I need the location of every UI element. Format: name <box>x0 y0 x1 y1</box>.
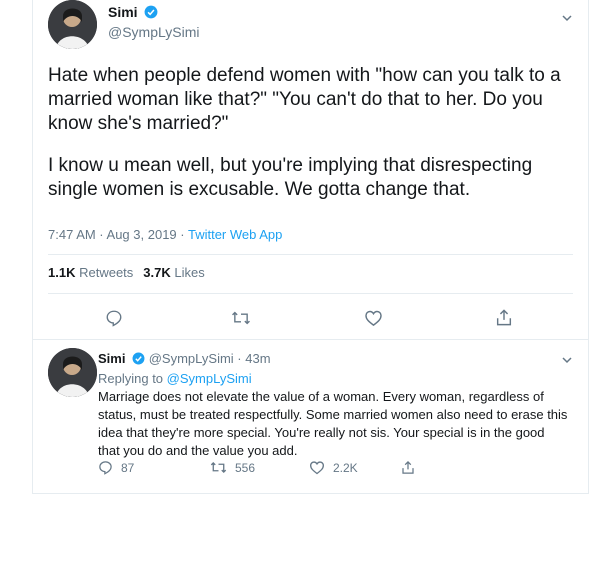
reply-tweet[interactable]: Simi @SympLySimi · 43m Replying to @Symp… <box>33 340 588 493</box>
reply-author-handle[interactable]: @SympLySimi <box>149 351 234 366</box>
reply-icon[interactable] <box>105 309 123 327</box>
retweet-icon <box>210 461 227 474</box>
tweet-card: Simi @SympLySimi Hate when people defend… <box>32 0 589 494</box>
reply-count: 87 <box>121 460 135 475</box>
share-icon[interactable] <box>495 308 513 327</box>
verified-icon <box>145 5 158 19</box>
reply-icon <box>99 461 112 475</box>
tweet-paragraph-2: I know u mean well, but you're implying … <box>48 155 533 200</box>
reply-time[interactable]: · 43m <box>237 351 270 366</box>
divider <box>48 293 573 294</box>
source-app-link[interactable]: Twitter Web App <box>188 227 282 242</box>
retweets-count: 1.1K <box>48 265 76 280</box>
reply-header: Simi @SympLySimi · 43m <box>98 351 271 366</box>
retweets-stat[interactable]: 1.1K Retweets <box>48 265 133 280</box>
retweet-count: 556 <box>235 460 256 475</box>
tweet-paragraph-1: Hate when people defend women with "how … <box>48 65 561 134</box>
reply-reply-button[interactable]: 87 <box>98 460 134 475</box>
likes-label: Likes <box>174 265 205 280</box>
author-handle[interactable]: @SympLySimi <box>108 24 200 40</box>
share-icon <box>402 460 414 474</box>
tweet-timestamp[interactable]: 7:47 AM · Aug 3, 2019 · <box>48 227 188 242</box>
author-name[interactable]: Simi <box>108 4 158 20</box>
reply-text: Marriage does not elevate the value of a… <box>98 389 568 458</box>
retweet-icon[interactable] <box>231 309 251 327</box>
author-avatar[interactable] <box>48 0 97 49</box>
replying-to-label: Replying to <box>98 371 167 386</box>
divider <box>48 254 573 255</box>
verified-icon <box>132 352 145 365</box>
like-icon <box>309 461 325 475</box>
reply-author-avatar[interactable] <box>48 348 97 397</box>
tweet-stats: 1.1K Retweets 3.7K Likes <box>48 265 205 280</box>
likes-count: 3.7K <box>143 265 171 280</box>
chevron-down-icon[interactable] <box>561 354 573 366</box>
retweets-label: Retweets <box>79 265 134 280</box>
chevron-down-icon[interactable] <box>561 12 573 24</box>
author-name-text: Simi <box>108 4 138 20</box>
reply-share-button[interactable] <box>401 460 415 475</box>
reply-retweet-button[interactable]: 556 <box>210 460 255 475</box>
tweet-text: Hate when people defend women with "how … <box>48 64 578 220</box>
reply-like-button[interactable]: 2.2K <box>309 460 358 475</box>
like-count: 2.2K <box>333 460 358 475</box>
like-icon[interactable] <box>364 309 383 327</box>
reply-author-name[interactable]: Simi <box>98 351 125 366</box>
replying-to-handle[interactable]: @SympLySimi <box>167 371 252 386</box>
replying-to: Replying to @SympLySimi <box>98 371 252 386</box>
likes-stat[interactable]: 3.7K Likes <box>143 265 204 280</box>
tweet-meta: 7:47 AM · Aug 3, 2019 · Twitter Web App <box>48 227 282 242</box>
